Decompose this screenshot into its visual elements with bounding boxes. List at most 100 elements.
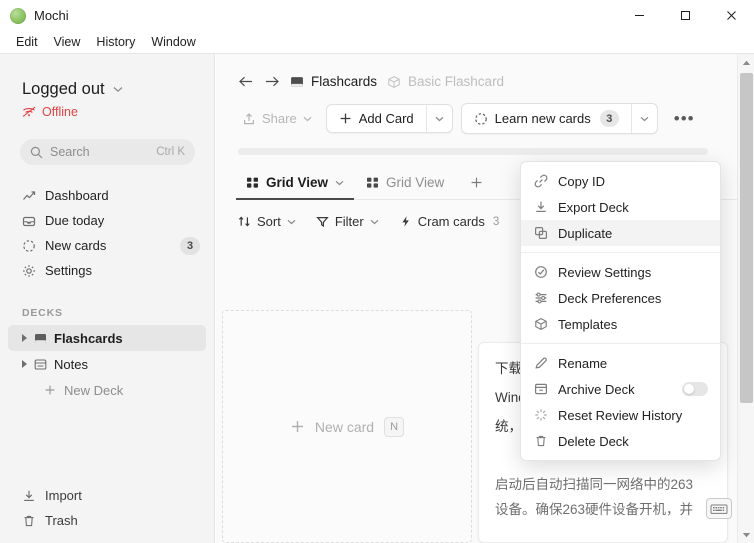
sidebar-item-dashboard[interactable]: Dashboard (0, 183, 214, 208)
sidebar-new-deck-button[interactable]: New Deck (8, 377, 206, 403)
search-input[interactable]: Search Ctrl K (20, 139, 195, 165)
arrow-right-icon[interactable] (264, 75, 280, 88)
sidebar-item-trash[interactable]: Trash (0, 508, 214, 533)
new-card-placeholder[interactable]: New card N (222, 310, 472, 543)
context-menu-item-reset-review-history[interactable]: Reset Review History (521, 402, 720, 428)
app-window: Mochi Edit View History Window Logged ou… (0, 0, 754, 543)
menu-item-history[interactable]: History (88, 33, 143, 51)
active-tab-indicator (236, 198, 354, 200)
context-menu-item-templates[interactable]: Templates (521, 311, 720, 337)
sidebar: Logged out Offline Search Ctrl K Dashboa… (0, 54, 215, 543)
chevron-right-icon[interactable] (22, 360, 27, 368)
archive-icon (533, 382, 548, 396)
chevron-down-icon (370, 219, 379, 225)
add-tab-button[interactable] (456, 170, 497, 199)
sidebar-item-new-cards[interactable]: New cards 3 (0, 233, 214, 258)
decks-section-header: DECKS (22, 307, 63, 319)
sidebar-item-settings[interactable]: Settings (0, 258, 214, 283)
chevron-right-icon[interactable] (22, 334, 27, 342)
cram-cards-count: 3 (492, 215, 500, 228)
sidebar-deck-notes[interactable]: Notes (8, 351, 206, 377)
context-menu-item-label: Duplicate (558, 225, 613, 241)
plus-icon (290, 419, 305, 434)
context-menu-item-deck-preferences[interactable]: Deck Preferences (521, 285, 720, 311)
sort-button[interactable]: Sort (238, 214, 296, 229)
maximize-button[interactable] (662, 0, 708, 31)
context-menu-item-label: Copy ID (558, 173, 605, 189)
sidebar-item-label: New cards (45, 238, 107, 253)
tab-label: Grid View (386, 175, 445, 190)
context-menu-item-duplicate[interactable]: Duplicate (521, 220, 720, 246)
close-button[interactable] (708, 0, 754, 31)
learn-new-cards-button-group: Learn new cards 3 (460, 103, 658, 134)
plus-icon (339, 112, 352, 125)
add-card-dropdown-button[interactable] (425, 105, 452, 132)
breadcrumb: Flashcards Basic Flashcard (216, 54, 737, 89)
breadcrumb-deck-label: Flashcards (311, 74, 378, 89)
context-menu-item-label: Templates (558, 316, 618, 332)
chevron-down-icon[interactable] (335, 180, 344, 186)
menu-item-view[interactable]: View (46, 33, 89, 51)
learn-new-cards-label: Learn new cards (494, 111, 591, 126)
mochi-leaf-logo-icon (10, 7, 26, 24)
breadcrumb-template[interactable]: Basic Flashcard (387, 74, 504, 89)
tab-grid-view-2[interactable]: Grid View (356, 169, 456, 200)
keyboard-icon (710, 503, 728, 515)
scroll-up-arrow[interactable] (738, 54, 754, 71)
grid-icon (366, 176, 379, 189)
share-label: Share (262, 111, 297, 126)
context-menu-separator (521, 252, 720, 253)
share-button[interactable]: Share (236, 106, 318, 131)
learn-new-cards-button[interactable]: Learn new cards 3 (462, 104, 631, 133)
filter-icon (316, 215, 329, 228)
tab-grid-view-1[interactable]: Grid View (236, 169, 356, 200)
sidebar-deck-flashcards[interactable]: Flashcards (8, 325, 206, 351)
import-label: Import (45, 488, 82, 503)
minimize-button[interactable] (616, 0, 662, 31)
search-icon (30, 146, 43, 159)
grid-icon (246, 176, 259, 189)
context-menu-item-copy-id[interactable]: Copy ID (521, 168, 720, 194)
deck-progress-bar (238, 148, 708, 155)
arrow-left-icon[interactable] (238, 75, 254, 88)
filter-button[interactable]: Filter (316, 214, 379, 229)
pencil-icon (533, 356, 548, 370)
sidebar-item-import[interactable]: Import (0, 483, 214, 508)
sidebar-item-due-today[interactable]: Due today (0, 208, 214, 233)
chevron-down-icon (303, 116, 312, 122)
cram-cards-button[interactable]: Cram cards 3 (399, 214, 500, 229)
title-bar-left: Mochi (0, 7, 69, 24)
chevron-down-icon (287, 219, 296, 225)
context-menu-item-archive-deck[interactable]: Archive Deck (521, 376, 720, 402)
export-icon (533, 200, 548, 214)
plus-icon (44, 384, 56, 396)
breadcrumb-deck[interactable]: Flashcards (290, 74, 377, 89)
deck-label: Notes (54, 356, 88, 372)
chevron-down-icon (113, 86, 123, 93)
keyboard-toggle-button[interactable] (706, 498, 732, 519)
context-menu-separator (521, 343, 720, 344)
learn-dropdown-button[interactable] (630, 104, 657, 133)
add-card-button[interactable]: Add Card (327, 105, 426, 132)
deck-more-options-button[interactable]: ••• (668, 109, 701, 129)
inbox-icon (22, 214, 36, 228)
context-menu-item-rename[interactable]: Rename (521, 350, 720, 376)
vertical-scrollbar[interactable] (737, 54, 754, 543)
context-menu-item-export-deck[interactable]: Export Deck (521, 194, 720, 220)
context-menu-item-label: Delete Deck (558, 433, 629, 449)
scrollbar-thumb[interactable] (740, 73, 753, 403)
tab-label: Grid View (266, 175, 329, 190)
menu-item-window[interactable]: Window (143, 33, 203, 51)
deck-icon (34, 332, 47, 345)
context-menu-item-delete-deck[interactable]: Delete Deck (521, 428, 720, 454)
context-menu-item-review-settings[interactable]: Review Settings (521, 259, 720, 285)
menu-item-edit[interactable]: Edit (8, 33, 46, 51)
link-icon (533, 174, 548, 188)
deck-icon (290, 75, 304, 89)
filter-label: Filter (334, 214, 364, 229)
account-switcher[interactable]: Logged out (0, 54, 214, 99)
archive-deck-toggle[interactable] (682, 382, 708, 396)
search-shortcut: Ctrl K (156, 146, 185, 158)
offline-label: Offline (42, 105, 78, 119)
scroll-down-arrow[interactable] (738, 526, 754, 543)
